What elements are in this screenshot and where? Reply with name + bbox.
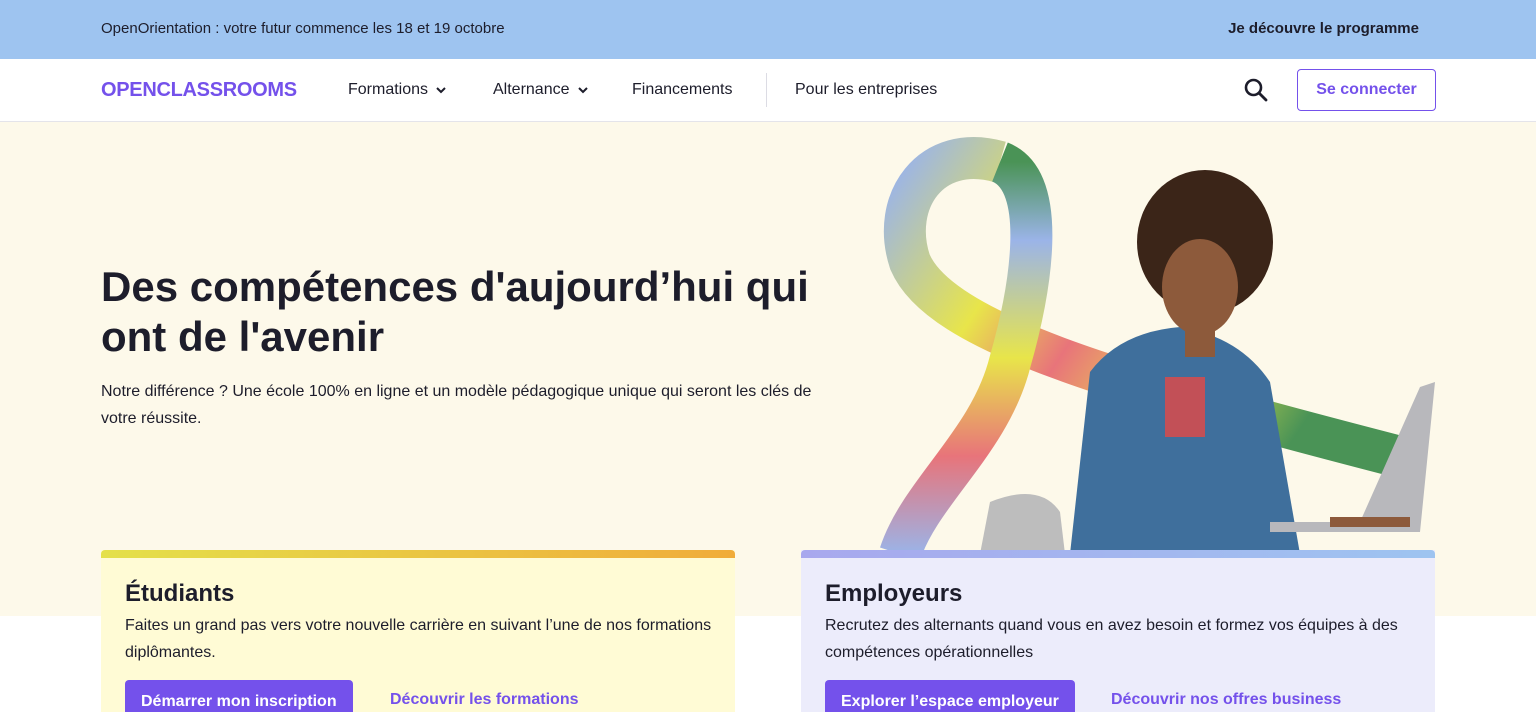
nav-entreprises[interactable]: Pour les entreprises (795, 81, 937, 99)
employers-card-text: Recrutez des alternants quand vous en av… (825, 617, 1398, 661)
start-registration-button[interactable]: Démarrer mon inscription (125, 680, 353, 712)
explore-employer-space-button[interactable]: Explorer l’espace employeur (825, 680, 1075, 712)
nav-divider (766, 73, 767, 107)
discover-business-offers-link[interactable]: Découvrir nos offres business (1111, 691, 1341, 709)
person-jacket (1070, 327, 1300, 554)
discover-formations-link[interactable]: Découvrir les formations (390, 691, 579, 709)
hero-title: Des compétences d'aujourd’hui qui ont de… (101, 263, 809, 360)
announcement-banner: OpenOrientation : votre futur commence l… (0, 0, 1536, 59)
nav-alternance[interactable]: Alternance (493, 81, 588, 99)
employers-card: Employeurs Recrutez des alternants quand… (801, 550, 1435, 712)
nav-formations[interactable]: Formations (348, 81, 446, 99)
nav-alternance-label: Alternance (493, 81, 570, 98)
search-icon[interactable] (1243, 77, 1269, 103)
students-card: Étudiants Faites un grand pas vers votre… (101, 550, 735, 712)
discover-program-link[interactable]: Je découvre le programme (1228, 20, 1419, 37)
nav-financements[interactable]: Financements (632, 81, 733, 99)
students-card-title: Étudiants (125, 580, 235, 607)
hero-subtitle: Notre différence ? Une école 100% en lig… (101, 383, 812, 427)
chevron-down-icon (436, 87, 446, 94)
card-accent-bar (101, 550, 735, 558)
card-accent-bar (801, 550, 1435, 558)
students-card-text: Faites un grand pas vers votre nouvelle … (125, 617, 712, 661)
main-navbar: OPENCLASSROOMS Formations Alternance Fin… (0, 59, 1536, 122)
person-face (1162, 239, 1238, 335)
hero-illustration (880, 137, 1435, 554)
chair-shape (980, 494, 1065, 554)
employers-card-title: Employeurs (825, 580, 963, 607)
nav-entreprises-label: Pour les entreprises (795, 81, 938, 98)
chevron-down-icon (577, 87, 588, 94)
banner-text: OpenOrientation : votre futur commence l… (101, 20, 505, 37)
login-button[interactable]: Se connecter (1297, 69, 1436, 111)
nav-formations-label: Formations (348, 81, 429, 98)
nav-financements-label: Financements (632, 81, 733, 98)
openclassrooms-logo[interactable]: OPENCLASSROOMS (101, 79, 297, 102)
